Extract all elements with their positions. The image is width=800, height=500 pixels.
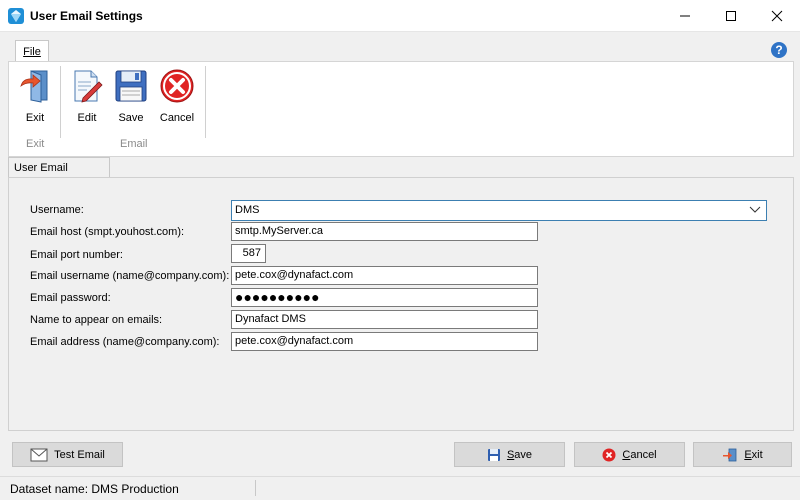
close-icon xyxy=(771,10,783,22)
ribbon-save-label: Save xyxy=(118,112,144,124)
ribbon: Exit Edit Save Cancel Exit Email xyxy=(8,61,794,157)
username-label: Username: xyxy=(30,204,84,216)
edit-document-icon xyxy=(69,68,105,104)
save-button[interactable]: Save xyxy=(454,442,565,467)
cancel-x-icon xyxy=(602,448,616,461)
cancel-button[interactable]: Cancel xyxy=(574,442,685,467)
maximize-icon xyxy=(726,11,736,21)
test-email-label: Test Email xyxy=(54,448,105,461)
status-separator xyxy=(255,480,256,496)
ribbon-separator xyxy=(205,66,206,138)
close-button[interactable] xyxy=(754,0,800,32)
ribbon-exit-button[interactable]: Exit xyxy=(13,68,57,130)
email-password-input[interactable]: ●●●●●●●●●● xyxy=(231,288,538,307)
ribbon-cancel-label: Cancel xyxy=(159,112,195,124)
email-address-input[interactable]: pete.cox@dynafact.com xyxy=(231,332,538,351)
footer-button-bar: Test Email Save Cancel Exit xyxy=(0,434,800,476)
ribbon-group-email-label: Email xyxy=(120,138,148,150)
menu-tab-strip: File ? xyxy=(0,32,800,64)
exit-label: Exit xyxy=(744,448,763,461)
email-password-label: Email password: xyxy=(30,292,111,304)
ribbon-separator xyxy=(60,66,61,138)
email-port-label: Email port number: xyxy=(30,249,123,261)
exit-button[interactable]: Exit xyxy=(693,442,792,467)
envelope-icon xyxy=(30,448,48,461)
username-dropdown[interactable]: DMS xyxy=(231,200,767,221)
email-username-label: Email username (name@company.com): xyxy=(30,270,230,282)
window-title: User Email Settings xyxy=(30,9,143,23)
display-name-input[interactable]: Dynafact DMS xyxy=(231,310,538,329)
username-value: DMS xyxy=(235,204,260,216)
status-bar: Dataset name: DMS Production xyxy=(0,476,800,500)
ribbon-exit-label: Exit xyxy=(25,112,45,124)
app-diamond-icon[interactable] xyxy=(8,8,24,24)
svg-text:?: ? xyxy=(775,43,782,57)
email-username-input[interactable]: pete.cox@dynafact.com xyxy=(231,266,538,285)
maximize-button[interactable] xyxy=(708,0,754,32)
ribbon-edit-label: Edit xyxy=(77,112,97,124)
email-port-input[interactable]: 587 xyxy=(231,244,266,263)
cancel-label: Cancel xyxy=(622,448,657,461)
email-address-label: Email address (name@company.com): xyxy=(30,336,220,348)
ribbon-edit-button[interactable]: Edit xyxy=(65,68,109,130)
save-label: Save xyxy=(506,448,533,461)
minimize-button[interactable] xyxy=(662,0,708,32)
chevron-down-icon xyxy=(749,206,761,213)
email-host-label: Email host (smpt.youhost.com): xyxy=(30,226,185,238)
cancel-x-icon xyxy=(159,68,195,104)
ribbon-cancel-button[interactable]: Cancel xyxy=(155,68,199,130)
email-host-input[interactable]: smtp.MyServer.ca xyxy=(231,222,538,241)
dataset-name-status: Dataset name: DMS Production xyxy=(10,482,179,496)
test-email-button[interactable]: Test Email xyxy=(12,442,123,467)
help-icon[interactable]: ? xyxy=(770,41,788,62)
tab-user-email-settings[interactable]: User Email Settings xyxy=(8,157,110,194)
ribbon-group-exit-label: Exit xyxy=(26,138,45,150)
floppy-disk-icon xyxy=(487,448,500,461)
exit-door-icon xyxy=(17,68,53,104)
floppy-disk-icon xyxy=(113,68,149,104)
title-bar: User Email Settings xyxy=(0,0,800,32)
minimize-icon xyxy=(680,15,690,17)
display-name-label: Name to appear on emails: xyxy=(30,314,163,326)
ribbon-save-button[interactable]: Save xyxy=(109,68,153,130)
exit-door-icon xyxy=(723,448,737,461)
